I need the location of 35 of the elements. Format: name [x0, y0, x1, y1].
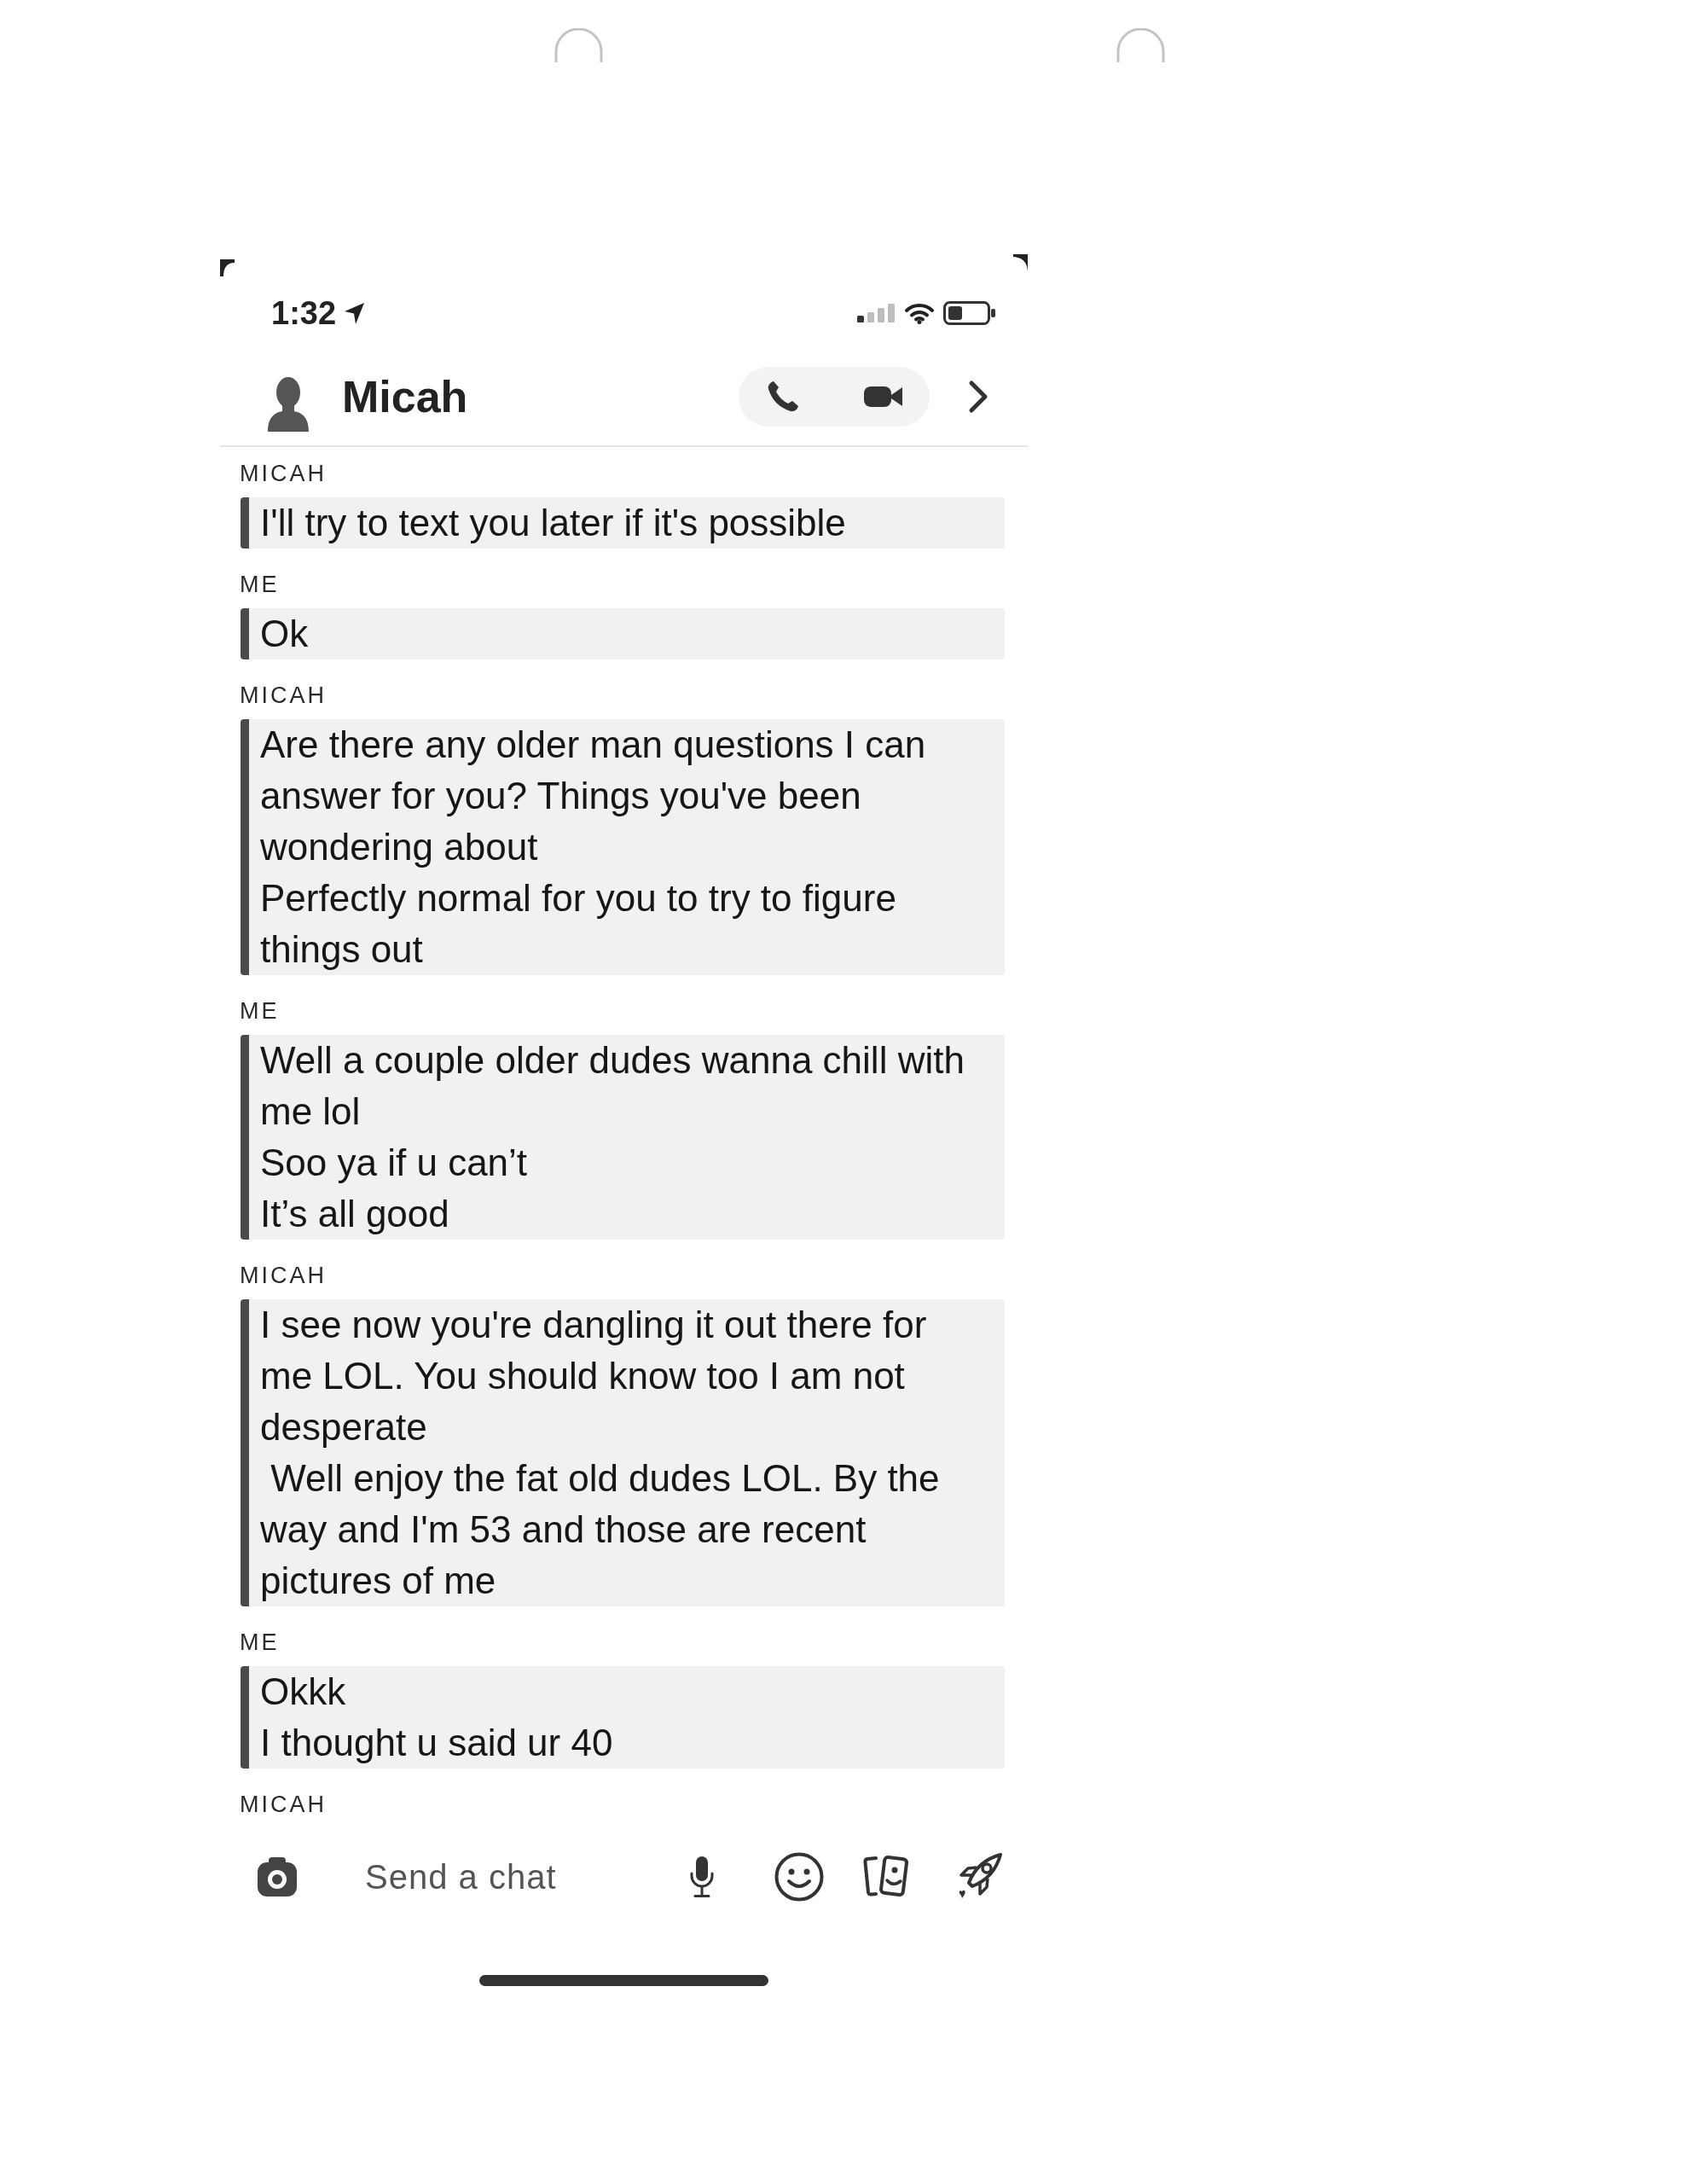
sender-label: MICAH: [240, 461, 327, 486]
message-text: Well a couple older dudes wanna chill with me lol: [260, 1038, 965, 1134]
message-text: Ok: [260, 612, 310, 656]
sender-label: MICAH: [240, 1792, 327, 1817]
sender-label: ME: [240, 998, 280, 1024]
message-text: Are there any older man questions I can answer for you? Things you've been wondering about: [260, 723, 927, 869]
sender-label: ME: [240, 572, 280, 597]
message-text: I'll try to text you later if it's possible: [260, 501, 847, 545]
avatar-silhouette-icon[interactable]: [267, 375, 310, 432]
microphone-icon[interactable]: [689, 1856, 715, 1898]
battery-icon: [943, 301, 995, 325]
status-time: 1:32: [271, 295, 337, 331]
message-text: I see now you're dangling it out there for me LOL. You should know too I am not desperate: [260, 1303, 928, 1449]
message-text: I thought u said ur 40: [260, 1721, 614, 1765]
wifi-icon: [905, 302, 934, 324]
contact-name: Micah: [342, 371, 468, 422]
punch-hole-mark: [554, 28, 603, 62]
camera-icon[interactable]: [256, 1857, 299, 1896]
phone-icon[interactable]: [766, 380, 800, 414]
sender-label: MICAH: [240, 682, 327, 708]
sender-label: MICAH: [240, 1263, 327, 1288]
chat-input-field[interactable]: Send a chat: [365, 1851, 646, 1902]
punch-hole-mark: [1116, 28, 1165, 62]
message-text: Well enjoy the fat old dudes LOL. By the way and I'm 53 and those are recent pictures of me: [260, 1456, 941, 1603]
location-arrow-icon: [345, 302, 365, 324]
sender-label: ME: [240, 1629, 280, 1655]
message-text: Okkk: [260, 1670, 347, 1714]
signal-bars-icon: [857, 304, 896, 322]
video-camera-icon[interactable]: [864, 384, 902, 410]
chevron-right-icon[interactable]: [968, 380, 989, 414]
message-text: Perfectly normal for you to try to figure things out: [260, 876, 897, 972]
message-text: Soo ya if u can’t: [260, 1141, 529, 1185]
screen-corner-mark: [220, 259, 235, 276]
smiley-icon[interactable]: [774, 1852, 824, 1902]
message-text: It’s all good: [260, 1192, 450, 1236]
